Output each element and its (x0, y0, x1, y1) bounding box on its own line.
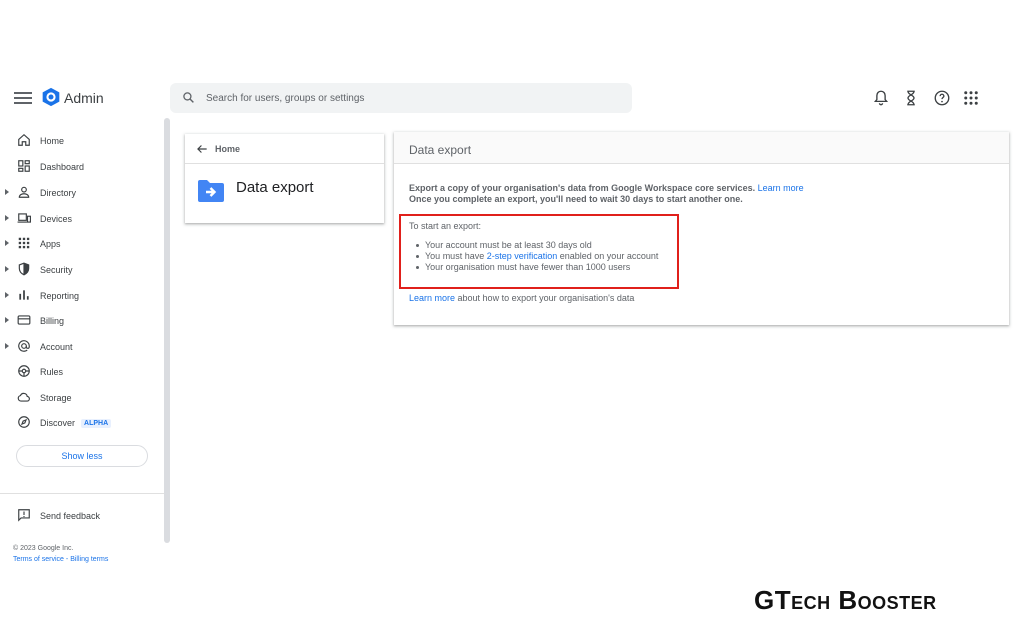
expand-caret-icon[interactable] (5, 240, 9, 246)
sidebar-item-label: Billing (40, 316, 65, 326)
top-bar: Admin (0, 78, 1024, 118)
legal-links: Terms of service - Billing terms (13, 556, 108, 563)
sidebar-item-security[interactable]: Security (0, 258, 160, 282)
sidebar-item-account[interactable]: Account (0, 335, 160, 359)
requirements-title: To start an export: (409, 221, 482, 231)
two-step-verification-link[interactable]: 2-step verification (487, 251, 558, 261)
sidebar-item-label: Directory (40, 188, 77, 198)
expand-caret-icon[interactable] (5, 343, 9, 349)
list-item: Your organisation must have fewer than 1… (415, 262, 658, 273)
search-input[interactable] (206, 83, 616, 113)
sidebar-item-reporting[interactable]: Reporting (0, 284, 160, 308)
home-icon (18, 133, 30, 146)
sidebar-item-label-text: Discover (40, 418, 76, 428)
tasks-hourglass-icon[interactable] (902, 89, 920, 107)
sidebar-item-label: Dashboard (40, 162, 85, 172)
sidebar-item-label: Rules (40, 367, 64, 377)
send-feedback-button[interactable]: Send feedback (0, 505, 160, 525)
notifications-bell-icon[interactable] (872, 89, 890, 107)
bar-chart-icon (19, 290, 29, 300)
copyright-text: © 2023 Google Inc. (13, 545, 74, 552)
compass-icon (18, 416, 30, 428)
breadcrumb-card: Home Data export (185, 134, 384, 223)
page-title: Data export (236, 179, 314, 196)
sidebar-item-storage[interactable]: Storage (0, 386, 160, 410)
sidebar: Home Dashboard Directory Devices Apps Se… (0, 128, 162, 548)
cloud-icon (17, 392, 30, 402)
sidebar-item-home[interactable]: Home (0, 129, 160, 153)
shield-icon (18, 262, 30, 276)
sidebar-item-label: Home (40, 136, 65, 146)
expand-caret-icon[interactable] (5, 189, 9, 195)
list-item: Your account must be at least 30 days ol… (415, 240, 658, 251)
app-name[interactable]: Admin (64, 90, 104, 106)
watermark-logo: GTech Booster (754, 585, 937, 615)
sidebar-item-directory[interactable]: Directory (0, 181, 160, 205)
apps-launcher-icon[interactable] (962, 89, 980, 107)
requirements-list: Your account must be at least 30 days ol… (415, 240, 659, 273)
alpha-badge: ALPHA (81, 419, 112, 428)
sidebar-item-label: Devices (40, 214, 73, 224)
apps-grid-icon (18, 237, 30, 249)
sidebar-item-devices[interactable]: Devices (0, 207, 160, 231)
description-line-1: Export a copy of your organisation's dat… (409, 183, 756, 193)
card-header-title: Data export (409, 143, 472, 157)
billing-terms-link[interactable]: Billing terms (70, 556, 108, 563)
sidebar-item-label: Discover ALPHA (40, 418, 112, 429)
sidebar-item-label: Account (40, 342, 73, 352)
learn-more-link[interactable]: Learn more (758, 183, 804, 193)
sidebar-item-dashboard[interactable]: Dashboard (0, 155, 160, 179)
sidebar-divider (0, 493, 164, 494)
back-arrow-icon[interactable] (195, 142, 209, 156)
sidebar-item-apps[interactable]: Apps (0, 232, 160, 256)
sidebar-item-discover[interactable]: Discover ALPHA (0, 411, 160, 435)
devices-icon (17, 213, 31, 223)
dashboard-icon (18, 160, 30, 172)
expand-caret-icon[interactable] (5, 215, 9, 221)
sidebar-item-label: Storage (40, 393, 72, 403)
sidebar-scrollbar[interactable] (164, 118, 170, 543)
data-export-card: Data export Export a copy of your organi… (394, 132, 1009, 325)
learn-more-text: about how to export your organisation's … (455, 293, 635, 303)
search-bar[interactable] (170, 83, 632, 113)
at-sign-icon (18, 340, 30, 352)
person-icon (18, 186, 30, 198)
requirement-text: You must have (425, 251, 487, 261)
send-feedback-label: Send feedback (40, 511, 101, 521)
export-description: Export a copy of your organisation's dat… (409, 183, 804, 205)
feedback-icon (18, 509, 30, 522)
breadcrumb-home-link[interactable]: Home (215, 144, 240, 154)
data-export-folder-icon (198, 180, 224, 202)
search-icon (183, 92, 194, 103)
main-menu-icon[interactable] (14, 89, 32, 107)
sidebar-item-rules[interactable]: Rules (0, 360, 160, 384)
learn-more-export-link[interactable]: Learn more (409, 293, 455, 303)
sidebar-item-label: Apps (40, 239, 61, 249)
requirement-text: enabled on your account (557, 251, 659, 261)
expand-caret-icon[interactable] (5, 292, 9, 298)
show-less-button[interactable]: Show less (16, 445, 148, 467)
help-icon[interactable] (933, 89, 951, 107)
terms-of-service-link[interactable]: Terms of service (13, 556, 64, 563)
card-header: Data export (394, 132, 1009, 164)
sidebar-item-label: Reporting (40, 291, 80, 301)
credit-card-icon (17, 315, 31, 325)
expand-caret-icon[interactable] (5, 317, 9, 323)
sidebar-item-label: Security (40, 265, 73, 275)
list-item: You must have 2-step verification enable… (415, 251, 659, 262)
sidebar-item-billing[interactable]: Billing (0, 309, 160, 333)
learn-more-footer: Learn more about how to export your orga… (409, 293, 634, 303)
description-line-2: Once you complete an export, you'll need… (409, 194, 743, 204)
admin-logo-icon[interactable] (41, 87, 61, 107)
expand-caret-icon[interactable] (5, 266, 9, 272)
card-divider (185, 163, 384, 164)
rules-icon (18, 365, 30, 377)
